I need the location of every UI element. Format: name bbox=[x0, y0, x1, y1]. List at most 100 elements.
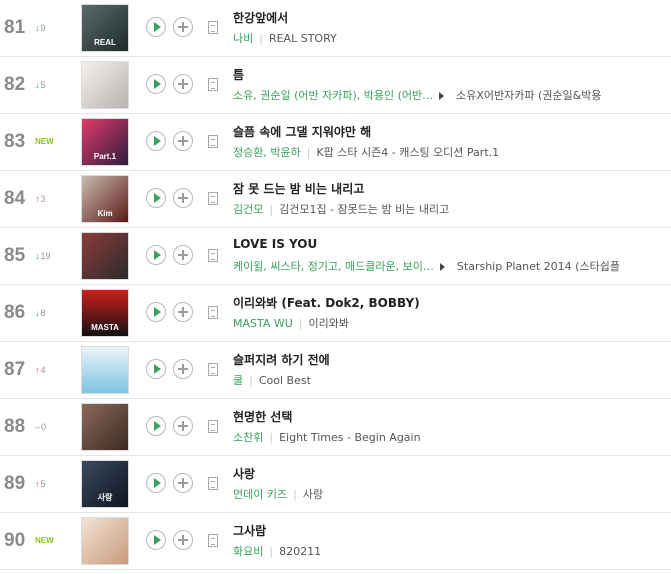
album-cover[interactable] bbox=[81, 517, 129, 565]
add-button[interactable] bbox=[173, 74, 193, 94]
album-link[interactable]: Cool Best bbox=[259, 374, 311, 387]
separator: | bbox=[249, 374, 253, 387]
song-meta: 쿨 | Cool Best bbox=[233, 372, 311, 388]
song-title[interactable]: 이리와봐 (Feat. Dok2, BOBBY) bbox=[233, 294, 420, 311]
lyrics-icon[interactable] bbox=[208, 534, 218, 547]
album-cover[interactable] bbox=[81, 232, 129, 280]
song-title[interactable]: LOVE IS YOU bbox=[233, 237, 317, 251]
lyrics-icon[interactable] bbox=[208, 477, 218, 490]
lyrics-icon[interactable] bbox=[208, 306, 218, 319]
album-cover-label: Kim bbox=[97, 209, 113, 218]
song-meta: 케이윌, 씨스타, 정기고, 매드클라운, 보이… Starship Planet… bbox=[233, 258, 620, 274]
down-arrow-icon: ↓ bbox=[35, 251, 40, 261]
play-button[interactable] bbox=[146, 188, 166, 208]
song-title[interactable]: 한강앞에서 bbox=[233, 9, 288, 26]
add-button[interactable] bbox=[173, 416, 193, 436]
artist-link[interactable]: 먼데이 키즈 bbox=[233, 488, 287, 501]
chart-row: 84 ↑3 Kim 잠 못 드는 밤 비는 내리고 김건모 | 김건모1집 - 잠못드는 밤… bbox=[0, 171, 671, 228]
rank-change-value: 5 bbox=[40, 479, 46, 489]
lyrics-icon[interactable] bbox=[208, 192, 218, 205]
more-artists-icon[interactable] bbox=[439, 92, 445, 100]
add-button[interactable] bbox=[173, 188, 193, 208]
separator: | bbox=[293, 488, 297, 501]
chart-row: 86 ↓8 MASTA 이리와봐 (Feat. Dok2, BOBBY) MASTA W… bbox=[0, 285, 671, 342]
no-change-icon: – bbox=[35, 422, 41, 432]
rank-change: ↑4 bbox=[35, 365, 46, 375]
song-title[interactable]: 슬픔 속에 그댈 지워야만 해 bbox=[233, 123, 371, 140]
rank-change: ↓8 bbox=[35, 308, 46, 318]
album-link[interactable]: 사랑 bbox=[303, 488, 323, 501]
album-cover[interactable]: MASTA bbox=[81, 289, 129, 337]
play-button[interactable] bbox=[146, 17, 166, 37]
album-link[interactable]: Starship Planet 2014 (스타쉽플 bbox=[457, 260, 620, 273]
add-button[interactable] bbox=[173, 473, 193, 493]
song-meta: 먼데이 키즈 | 사랑 bbox=[233, 486, 323, 502]
song-title[interactable]: 그사람 bbox=[233, 522, 266, 539]
lyrics-icon[interactable] bbox=[208, 78, 218, 91]
song-title[interactable]: 잠 못 드는 밤 비는 내리고 bbox=[233, 180, 364, 197]
album-cover[interactable] bbox=[81, 346, 129, 394]
artist-link[interactable]: 소찬휘 bbox=[233, 431, 263, 444]
artist-link[interactable]: 쿨 bbox=[233, 374, 243, 387]
play-button[interactable] bbox=[146, 245, 166, 265]
play-button[interactable] bbox=[146, 302, 166, 322]
play-button[interactable] bbox=[146, 473, 166, 493]
album-link[interactable]: Eight Times - Begin Again bbox=[279, 431, 420, 444]
album-cover-label: Part.1 bbox=[93, 152, 117, 161]
artist-link[interactable]: MASTA WU bbox=[233, 317, 293, 330]
lyrics-icon[interactable] bbox=[208, 420, 218, 433]
play-button[interactable] bbox=[146, 74, 166, 94]
artist-link[interactable]: 소유, 권순일 (어반 자카파), 박용인 (어반… bbox=[233, 89, 433, 102]
album-cover[interactable]: Part.1 bbox=[81, 118, 129, 166]
lyrics-icon[interactable] bbox=[208, 135, 218, 148]
add-button[interactable] bbox=[173, 302, 193, 322]
song-title[interactable]: 틈 bbox=[233, 66, 244, 83]
rank-change-value: 19 bbox=[40, 251, 51, 261]
rank-change-value: 8 bbox=[40, 308, 46, 318]
add-button[interactable] bbox=[173, 131, 193, 151]
artist-link[interactable]: 나비 bbox=[233, 32, 253, 45]
play-button[interactable] bbox=[146, 359, 166, 379]
up-arrow-icon: ↑ bbox=[35, 365, 40, 375]
play-button[interactable] bbox=[146, 530, 166, 550]
rank-number: 86 bbox=[4, 302, 26, 323]
play-button[interactable] bbox=[146, 131, 166, 151]
album-cover[interactable]: REAL bbox=[81, 4, 129, 52]
album-cover[interactable]: 사랑 bbox=[81, 460, 129, 508]
add-button[interactable] bbox=[173, 530, 193, 550]
separator: | bbox=[269, 431, 274, 444]
artist-link[interactable]: 정승환, 박윤하 bbox=[233, 146, 301, 159]
album-link[interactable]: 820211 bbox=[279, 545, 321, 558]
album-link[interactable]: K팝 스타 시즌4 - 캐스팅 오디션 Part.1 bbox=[316, 146, 499, 159]
album-cover[interactable]: Kim bbox=[81, 175, 129, 223]
add-button[interactable] bbox=[173, 359, 193, 379]
song-title[interactable]: 현명한 선택 bbox=[233, 408, 292, 425]
play-button[interactable] bbox=[146, 416, 166, 436]
rank-change-value: NEW bbox=[35, 536, 54, 545]
song-meta: 소찬휘 | Eight Times - Begin Again bbox=[233, 429, 421, 445]
add-button[interactable] bbox=[173, 17, 193, 37]
rank-change-value: 0 bbox=[41, 422, 47, 432]
artist-link[interactable]: 김건모 bbox=[233, 203, 263, 216]
album-link[interactable]: 소유X어반자카파 (권순일&박용 bbox=[456, 89, 601, 102]
album-cover-label: MASTA bbox=[91, 323, 119, 332]
separator: | bbox=[269, 203, 274, 216]
song-meta: 소유, 권순일 (어반 자카파), 박용인 (어반… 소유X어반자카파 (권순일&… bbox=[233, 87, 602, 103]
lyrics-icon[interactable] bbox=[208, 363, 218, 376]
song-title[interactable]: 사랑 bbox=[233, 465, 255, 482]
more-artists-icon[interactable] bbox=[439, 263, 445, 271]
song-title[interactable]: 슬퍼지려 하기 전에 bbox=[233, 351, 330, 368]
rank-number: 83 bbox=[4, 131, 26, 152]
rank-change-value: NEW bbox=[35, 137, 54, 146]
add-button[interactable] bbox=[173, 245, 193, 265]
artist-link[interactable]: 화요비 bbox=[233, 545, 263, 558]
up-arrow-icon: ↑ bbox=[35, 194, 40, 204]
album-link[interactable]: REAL STORY bbox=[269, 32, 337, 45]
album-link[interactable]: 이리와봐 bbox=[309, 317, 349, 330]
artist-link[interactable]: 케이윌, 씨스타, 정기고, 매드클라운, 보이… bbox=[233, 260, 434, 273]
album-cover[interactable] bbox=[81, 403, 129, 451]
album-cover[interactable] bbox=[81, 61, 129, 109]
album-link[interactable]: 김건모1집 - 잠못드는 밤 비는 내리고 bbox=[279, 203, 449, 216]
lyrics-icon[interactable] bbox=[208, 21, 218, 34]
lyrics-icon[interactable] bbox=[208, 249, 218, 262]
